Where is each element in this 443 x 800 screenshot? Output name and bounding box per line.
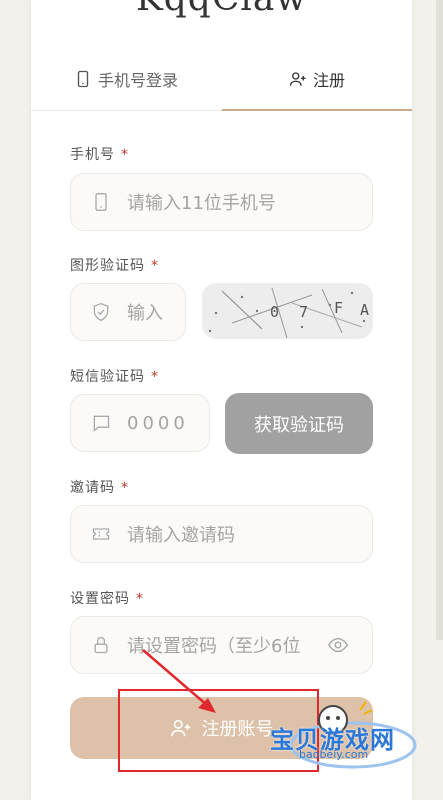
annotation-arrow (142, 649, 216, 713)
watermark-url: baobeiy.com (299, 748, 369, 761)
